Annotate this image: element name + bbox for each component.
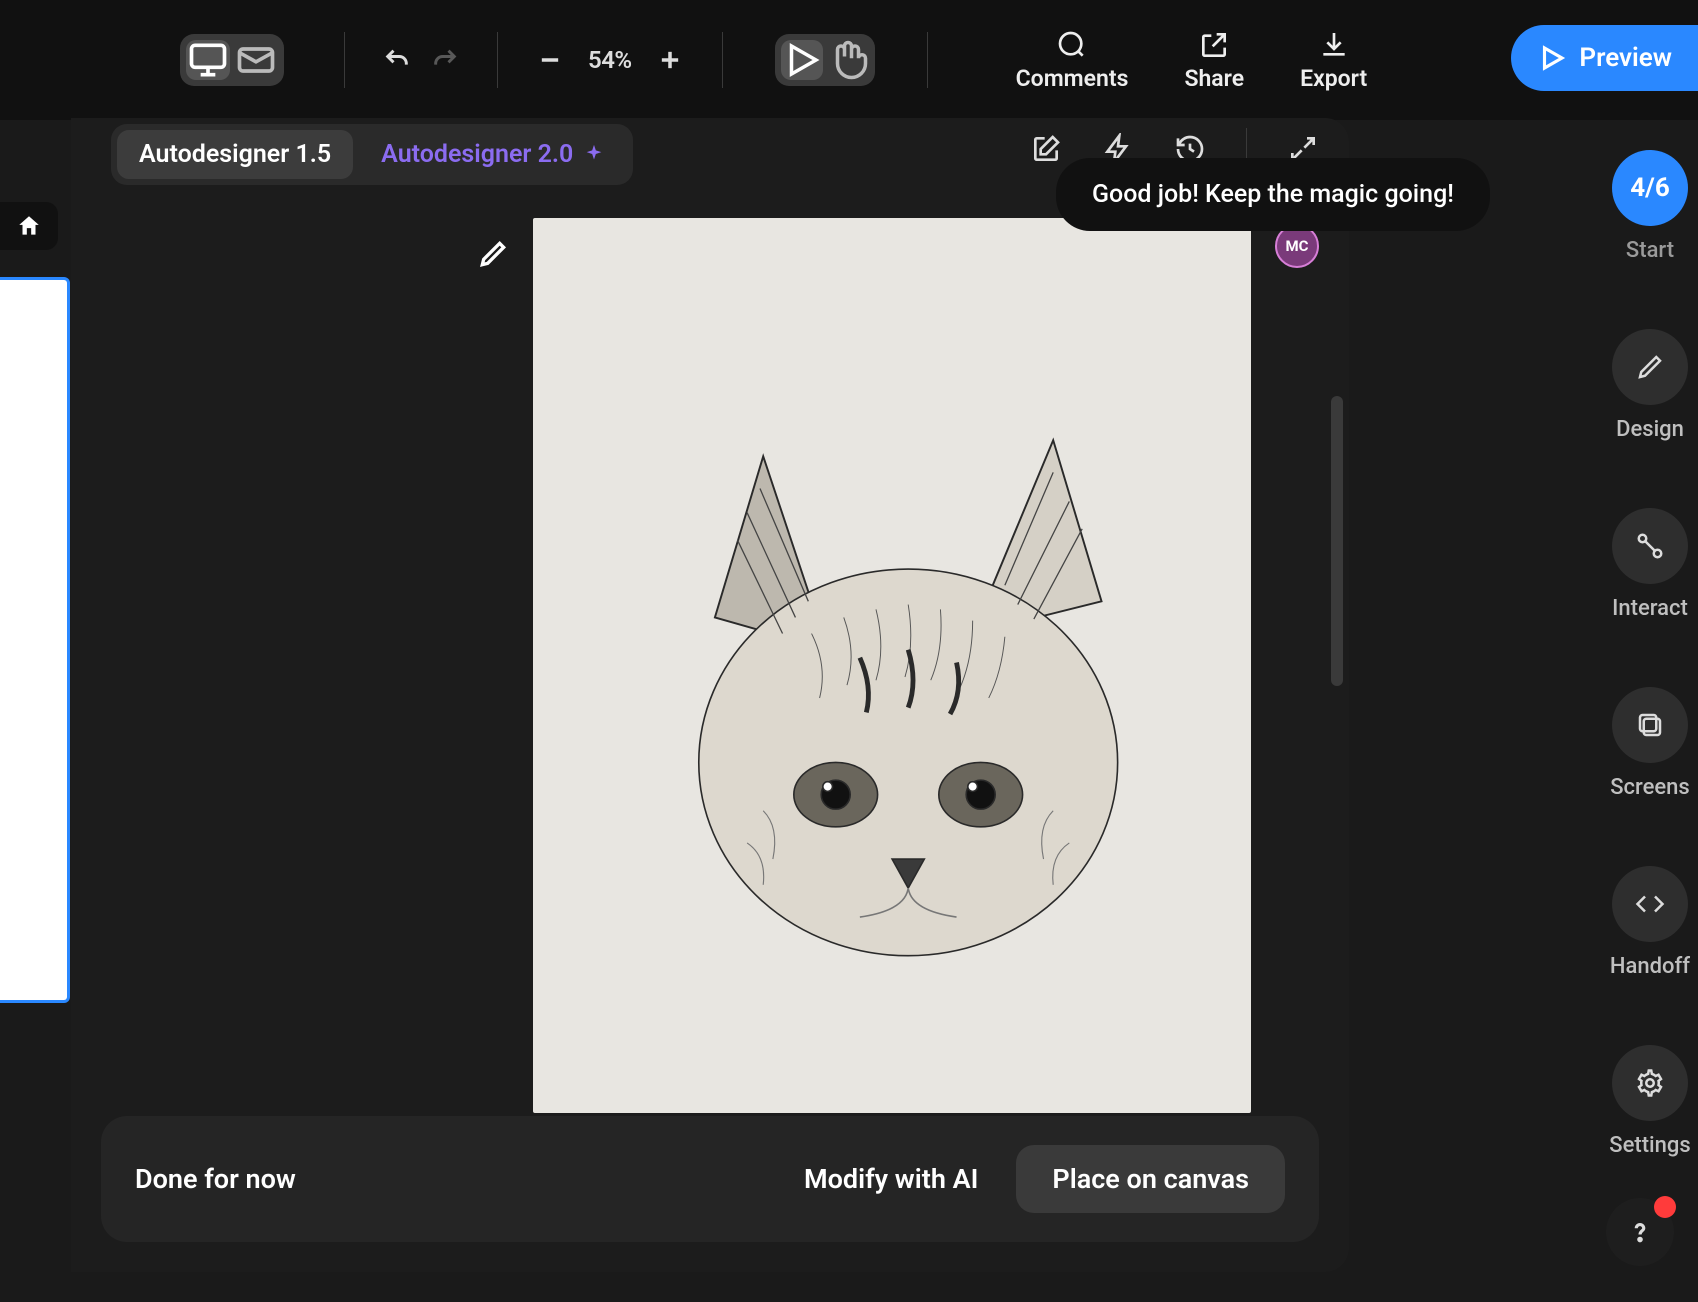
top-actions: Comments Share Export [1016, 29, 1368, 92]
share-icon [1198, 29, 1230, 61]
dock-label-screens: Screens [1610, 775, 1690, 800]
hand-mode-button[interactable] [827, 40, 869, 80]
place-canvas-button[interactable]: Place on canvas [1016, 1145, 1285, 1213]
dock-label-handoff: Handoff [1610, 954, 1690, 979]
divider [497, 32, 498, 88]
zoom-in-button[interactable] [646, 36, 694, 84]
dock-start[interactable]: 4/6 Start [1612, 150, 1688, 263]
generated-image[interactable] [533, 218, 1251, 1113]
sparkle-icon [583, 143, 605, 165]
share-button[interactable]: Share [1184, 29, 1244, 92]
zoom-level[interactable]: 54% [588, 46, 632, 74]
start-count: 4/6 [1630, 173, 1669, 203]
divider [722, 32, 723, 88]
desktop-view-button[interactable] [186, 40, 230, 80]
share-label: Share [1184, 65, 1244, 92]
dock-label-settings: Settings [1609, 1133, 1690, 1158]
minus-icon [536, 46, 564, 74]
home-icon [16, 213, 42, 239]
redo-icon [431, 46, 459, 74]
pencil-icon [477, 238, 509, 270]
redo-button[interactable] [421, 36, 469, 84]
mail-view-button[interactable] [234, 40, 278, 80]
play-icon [1537, 43, 1567, 73]
action-bar: Done for now Modify with AI Place on can… [101, 1116, 1319, 1242]
export-icon [1318, 29, 1350, 61]
question-icon [1625, 1217, 1655, 1247]
dock-interact[interactable]: Interact [1612, 508, 1688, 621]
edit-square-icon [1030, 133, 1062, 165]
export-label: Export [1300, 65, 1367, 92]
divider [927, 32, 928, 88]
tab-autodesigner-2-0[interactable]: Autodesigner 2.0 [359, 130, 627, 179]
interact-icon [1635, 531, 1665, 561]
tab-label: Autodesigner 1.5 [139, 140, 331, 169]
vertical-scrollbar[interactable] [1331, 396, 1343, 686]
tab-autodesigner-1-5[interactable]: Autodesigner 1.5 [117, 130, 353, 179]
version-tabs: Autodesigner 1.5 Autodesigner 2.0 [111, 124, 633, 185]
autodesigner-panel: Autodesigner 1.5 Autodesigner 2.0 [71, 118, 1349, 1272]
preview-label: Preview [1579, 43, 1672, 73]
view-mode-toggle[interactable] [180, 34, 284, 86]
zoom-controls: 54% [526, 36, 694, 84]
comments-button[interactable]: Comments [1016, 29, 1129, 92]
toast-text: Good job! Keep the magic going! [1092, 180, 1454, 209]
hand-icon [827, 39, 869, 81]
dock-screens[interactable]: Screens [1610, 687, 1690, 800]
notification-dot [1654, 1196, 1676, 1218]
screens-icon [1635, 710, 1665, 740]
play-pointer-icon [781, 39, 823, 81]
home-button[interactable] [0, 202, 58, 250]
code-icon [1635, 889, 1665, 919]
done-label: Done for now [135, 1163, 296, 1195]
comments-label: Comments [1016, 65, 1129, 92]
gear-icon [1635, 1068, 1665, 1098]
tab-label: Autodesigner 2.0 [381, 140, 573, 169]
dock-label-interact: Interact [1612, 596, 1688, 621]
dock-label-design: Design [1616, 417, 1684, 442]
help-button[interactable] [1606, 1198, 1674, 1266]
modify-ai-button[interactable]: Modify with AI [804, 1163, 978, 1195]
undo-button[interactable] [373, 36, 421, 84]
modify-label: Modify with AI [804, 1163, 978, 1195]
mail-icon [234, 38, 278, 82]
user-initials: MC [1286, 237, 1309, 255]
start-progress-circle: 4/6 [1612, 150, 1688, 226]
export-button[interactable]: Export [1300, 29, 1367, 92]
desktop-icon [186, 38, 230, 82]
dock-design[interactable]: Design [1612, 329, 1688, 442]
cursor-mode-toggle[interactable] [775, 34, 875, 86]
right-dock: 4/6 Start Design Interact Screens Handof… [1602, 150, 1698, 1158]
top-toolbar: 54% Comments Share Export Preview [0, 0, 1698, 120]
toast-message: Good job! Keep the magic going! [1056, 158, 1490, 231]
preview-button[interactable]: Preview [1511, 25, 1698, 91]
edit-tool-button[interactable] [1030, 133, 1062, 169]
place-label: Place on canvas [1052, 1163, 1249, 1195]
done-button[interactable]: Done for now [135, 1163, 296, 1195]
artboard-thumbnail[interactable] [0, 277, 70, 1003]
cat-sketch-image [569, 263, 1215, 1069]
plus-icon [656, 46, 684, 74]
dock-settings[interactable]: Settings [1609, 1045, 1690, 1158]
comment-icon [1056, 29, 1088, 61]
edit-handle[interactable] [465, 226, 521, 282]
pointer-mode-button[interactable] [781, 40, 823, 80]
dock-label-start: Start [1626, 238, 1674, 263]
pencil-icon [1635, 352, 1665, 382]
undo-icon [383, 46, 411, 74]
divider [344, 32, 345, 88]
zoom-out-button[interactable] [526, 36, 574, 84]
canvas-area: MC [71, 218, 1349, 1097]
dock-handoff[interactable]: Handoff [1610, 866, 1690, 979]
